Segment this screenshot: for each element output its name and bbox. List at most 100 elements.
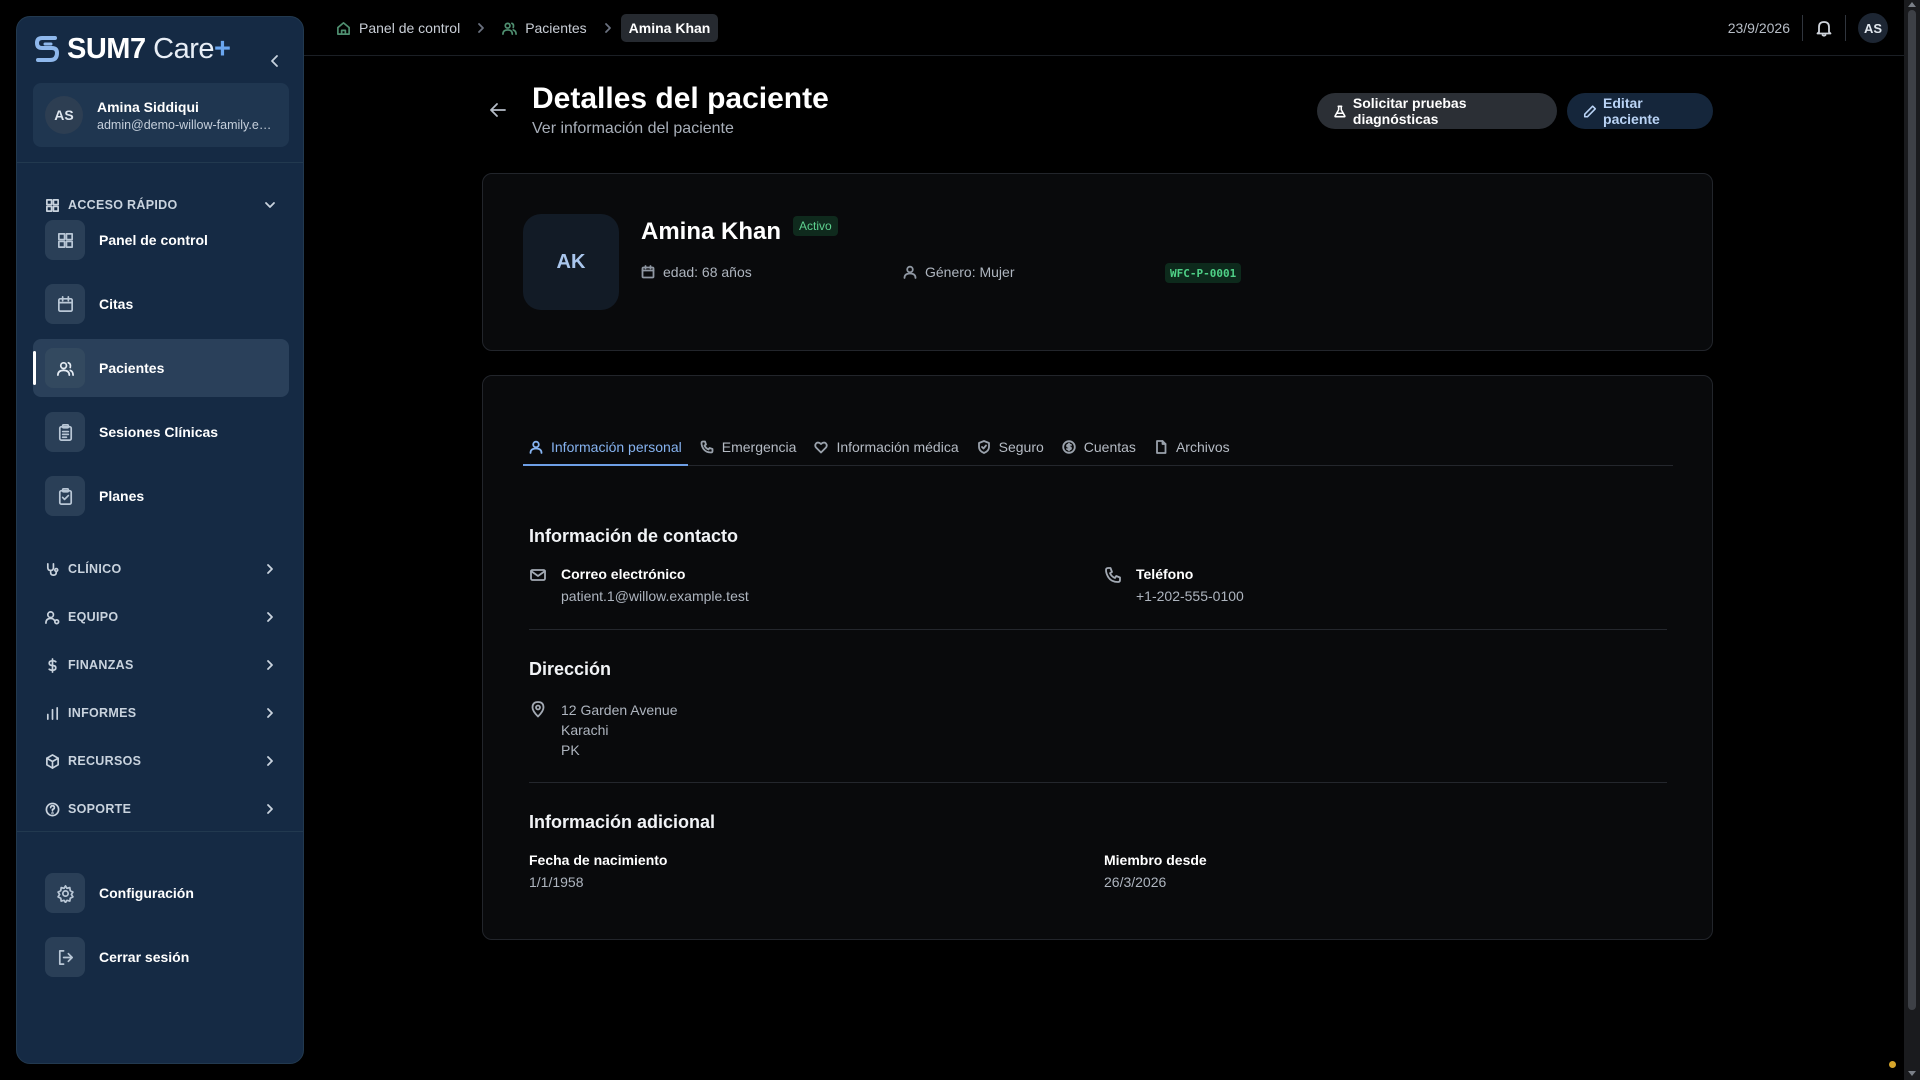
address-line-1: 12 Garden Avenue: [561, 702, 678, 718]
logo-brand: SUM7: [67, 32, 146, 65]
user-icon: [903, 265, 917, 279]
section-label: SOPORTE: [68, 802, 132, 816]
email-value: patient.1@willow.example.test: [561, 588, 749, 604]
email-label: Correo electrónico: [561, 566, 686, 582]
user-avatar-button[interactable]: AS: [1858, 13, 1888, 43]
tab-personal-info[interactable]: Información personal: [523, 428, 688, 466]
sidebar-item-label: Pacientes: [99, 360, 165, 376]
patient-id-badge: WFC-P-0001: [1165, 263, 1242, 283]
member-since-label: Miembro desde: [1104, 852, 1207, 868]
tab-label: Información médica: [836, 438, 959, 455]
app-logo[interactable]: SUM7 Care+: [33, 32, 231, 65]
tab-label: Emergencia: [721, 438, 797, 455]
sidebar-item-clinical-sessions[interactable]: Sesiones Clínicas: [33, 403, 289, 461]
breadcrumb-dashboard[interactable]: Panel de control: [328, 14, 468, 42]
section-reports[interactable]: INFORMES: [45, 703, 277, 723]
sidebar-item-settings[interactable]: Configuración: [33, 864, 289, 922]
section-divider: [529, 782, 1667, 783]
breadcrumb-label: Pacientes: [525, 20, 587, 36]
tab-label: Información personal: [551, 438, 682, 455]
topbar: Panel de control Pacientes Amina Khan 23…: [304, 0, 1904, 56]
page-scrollbar[interactable]: [1904, 0, 1920, 1080]
phone-label: Teléfono: [1136, 566, 1194, 582]
user-icon: [529, 440, 543, 454]
sidebar-item-appointments[interactable]: Citas: [33, 275, 289, 333]
edit-patient-button[interactable]: Editar paciente: [1567, 93, 1713, 129]
dollar-circle-icon: [1062, 439, 1076, 454]
sidebar: SUM7 Care+ AS Amina Siddiqui admin@demo-…: [16, 16, 304, 1064]
phone-field: Teléfono +1-202-555-0100: [1104, 566, 1244, 606]
address-line-3: PK: [561, 742, 580, 758]
address-line-2: Karachi: [561, 722, 609, 738]
sidebar-divider: [17, 831, 303, 832]
user-card[interactable]: AS Amina Siddiqui admin@demo-willow-fami…: [33, 83, 289, 147]
status-badge: Activo: [793, 216, 838, 236]
sidebar-item-label: Sesiones Clínicas: [99, 424, 219, 440]
sidebar-divider: [17, 162, 303, 163]
chevron-right-icon: [267, 660, 273, 670]
tab-medical-info[interactable]: Información médica: [808, 428, 964, 465]
logo-plus: +: [214, 32, 231, 65]
sidebar-item-logout[interactable]: Cerrar sesión: [33, 928, 289, 986]
breadcrumb: Panel de control Pacientes Amina Khan: [328, 14, 719, 42]
section-resources[interactable]: RECURSOS: [45, 751, 277, 771]
tab-emergency[interactable]: Emergencia: [694, 428, 803, 465]
section-clinical[interactable]: CLÍNICO: [45, 559, 277, 579]
shield-icon: [977, 439, 990, 454]
scroll-up-icon[interactable]: [1907, 0, 1917, 8]
user-email: admin@demo-willow-family.ex...: [97, 117, 272, 132]
clipboard-check-icon: [58, 487, 72, 505]
tab-accounts[interactable]: Cuentas: [1056, 428, 1142, 465]
sidebar-item-dashboard[interactable]: Panel de control: [33, 211, 289, 269]
scroll-thumb[interactable]: [1908, 10, 1916, 1010]
page-subtitle: Ver información del paciente: [532, 120, 734, 137]
home-icon: [337, 21, 350, 35]
flask-icon: [1334, 105, 1346, 117]
patient-age: edad: 68 años: [641, 264, 752, 280]
section-finance[interactable]: FINANZAS: [45, 655, 277, 675]
chevron-right-icon: [267, 612, 273, 622]
collapse-sidebar-icon[interactable]: [267, 53, 283, 69]
breadcrumb-label: Amina Khan: [628, 20, 711, 36]
sidebar-item-patients[interactable]: Pacientes: [33, 339, 289, 397]
request-tests-button[interactable]: Solicitar pruebas diagnósticas: [1317, 93, 1557, 129]
address-field: 12 Garden Avenue Karachi PK: [529, 700, 678, 760]
back-arrow-icon[interactable]: [488, 100, 508, 120]
sidebar-item-label: Citas: [99, 296, 134, 312]
chevron-right-icon: [604, 23, 611, 33]
dashboard-icon: [57, 232, 73, 248]
dob-value: 1/1/1958: [529, 874, 584, 890]
button-label: Editar paciente: [1603, 95, 1660, 127]
section-label: EQUIPO: [68, 610, 119, 624]
section-label: ACCESO RÁPIDO: [68, 198, 178, 212]
bar-chart-icon: [46, 706, 59, 720]
chevron-right-icon: [478, 23, 485, 33]
bell-icon[interactable]: [1815, 19, 1833, 37]
phone-icon: [700, 440, 714, 453]
breadcrumb-patients[interactable]: Pacientes: [494, 14, 594, 42]
section-label: CLÍNICO: [68, 562, 122, 576]
tabs: Información personal Emergencia Informac…: [523, 428, 1673, 466]
tab-files[interactable]: Archivos: [1148, 428, 1236, 465]
calendar-icon: [57, 295, 73, 312]
divider: [1802, 15, 1803, 41]
divider: [1845, 15, 1846, 41]
scroll-down-icon[interactable]: [1907, 1070, 1917, 1078]
patient-details-card: Información personal Emergencia Informac…: [482, 375, 1713, 940]
chevron-right-icon: [267, 708, 273, 718]
section-team[interactable]: EQUIPO: [45, 607, 277, 627]
age-text: edad: 68 años: [663, 264, 752, 280]
phone-value: +1-202-555-0100: [1136, 588, 1244, 604]
sidebar-item-label: Planes: [99, 488, 145, 504]
section-support[interactable]: SOPORTE: [45, 799, 277, 819]
member-since-field: Miembro desde 26/3/2026: [1104, 852, 1207, 892]
sidebar-item-plans[interactable]: Planes: [33, 467, 289, 525]
gender-text: Género: Mujer: [925, 264, 1015, 280]
section-label: RECURSOS: [68, 754, 142, 768]
tab-insurance[interactable]: Seguro: [971, 428, 1050, 465]
package-icon: [46, 753, 59, 769]
patient-name: Amina Khan: [641, 218, 782, 245]
logo-mark-icon: [34, 36, 60, 62]
section-label: INFORMES: [68, 706, 137, 720]
chevron-right-icon: [267, 564, 273, 574]
